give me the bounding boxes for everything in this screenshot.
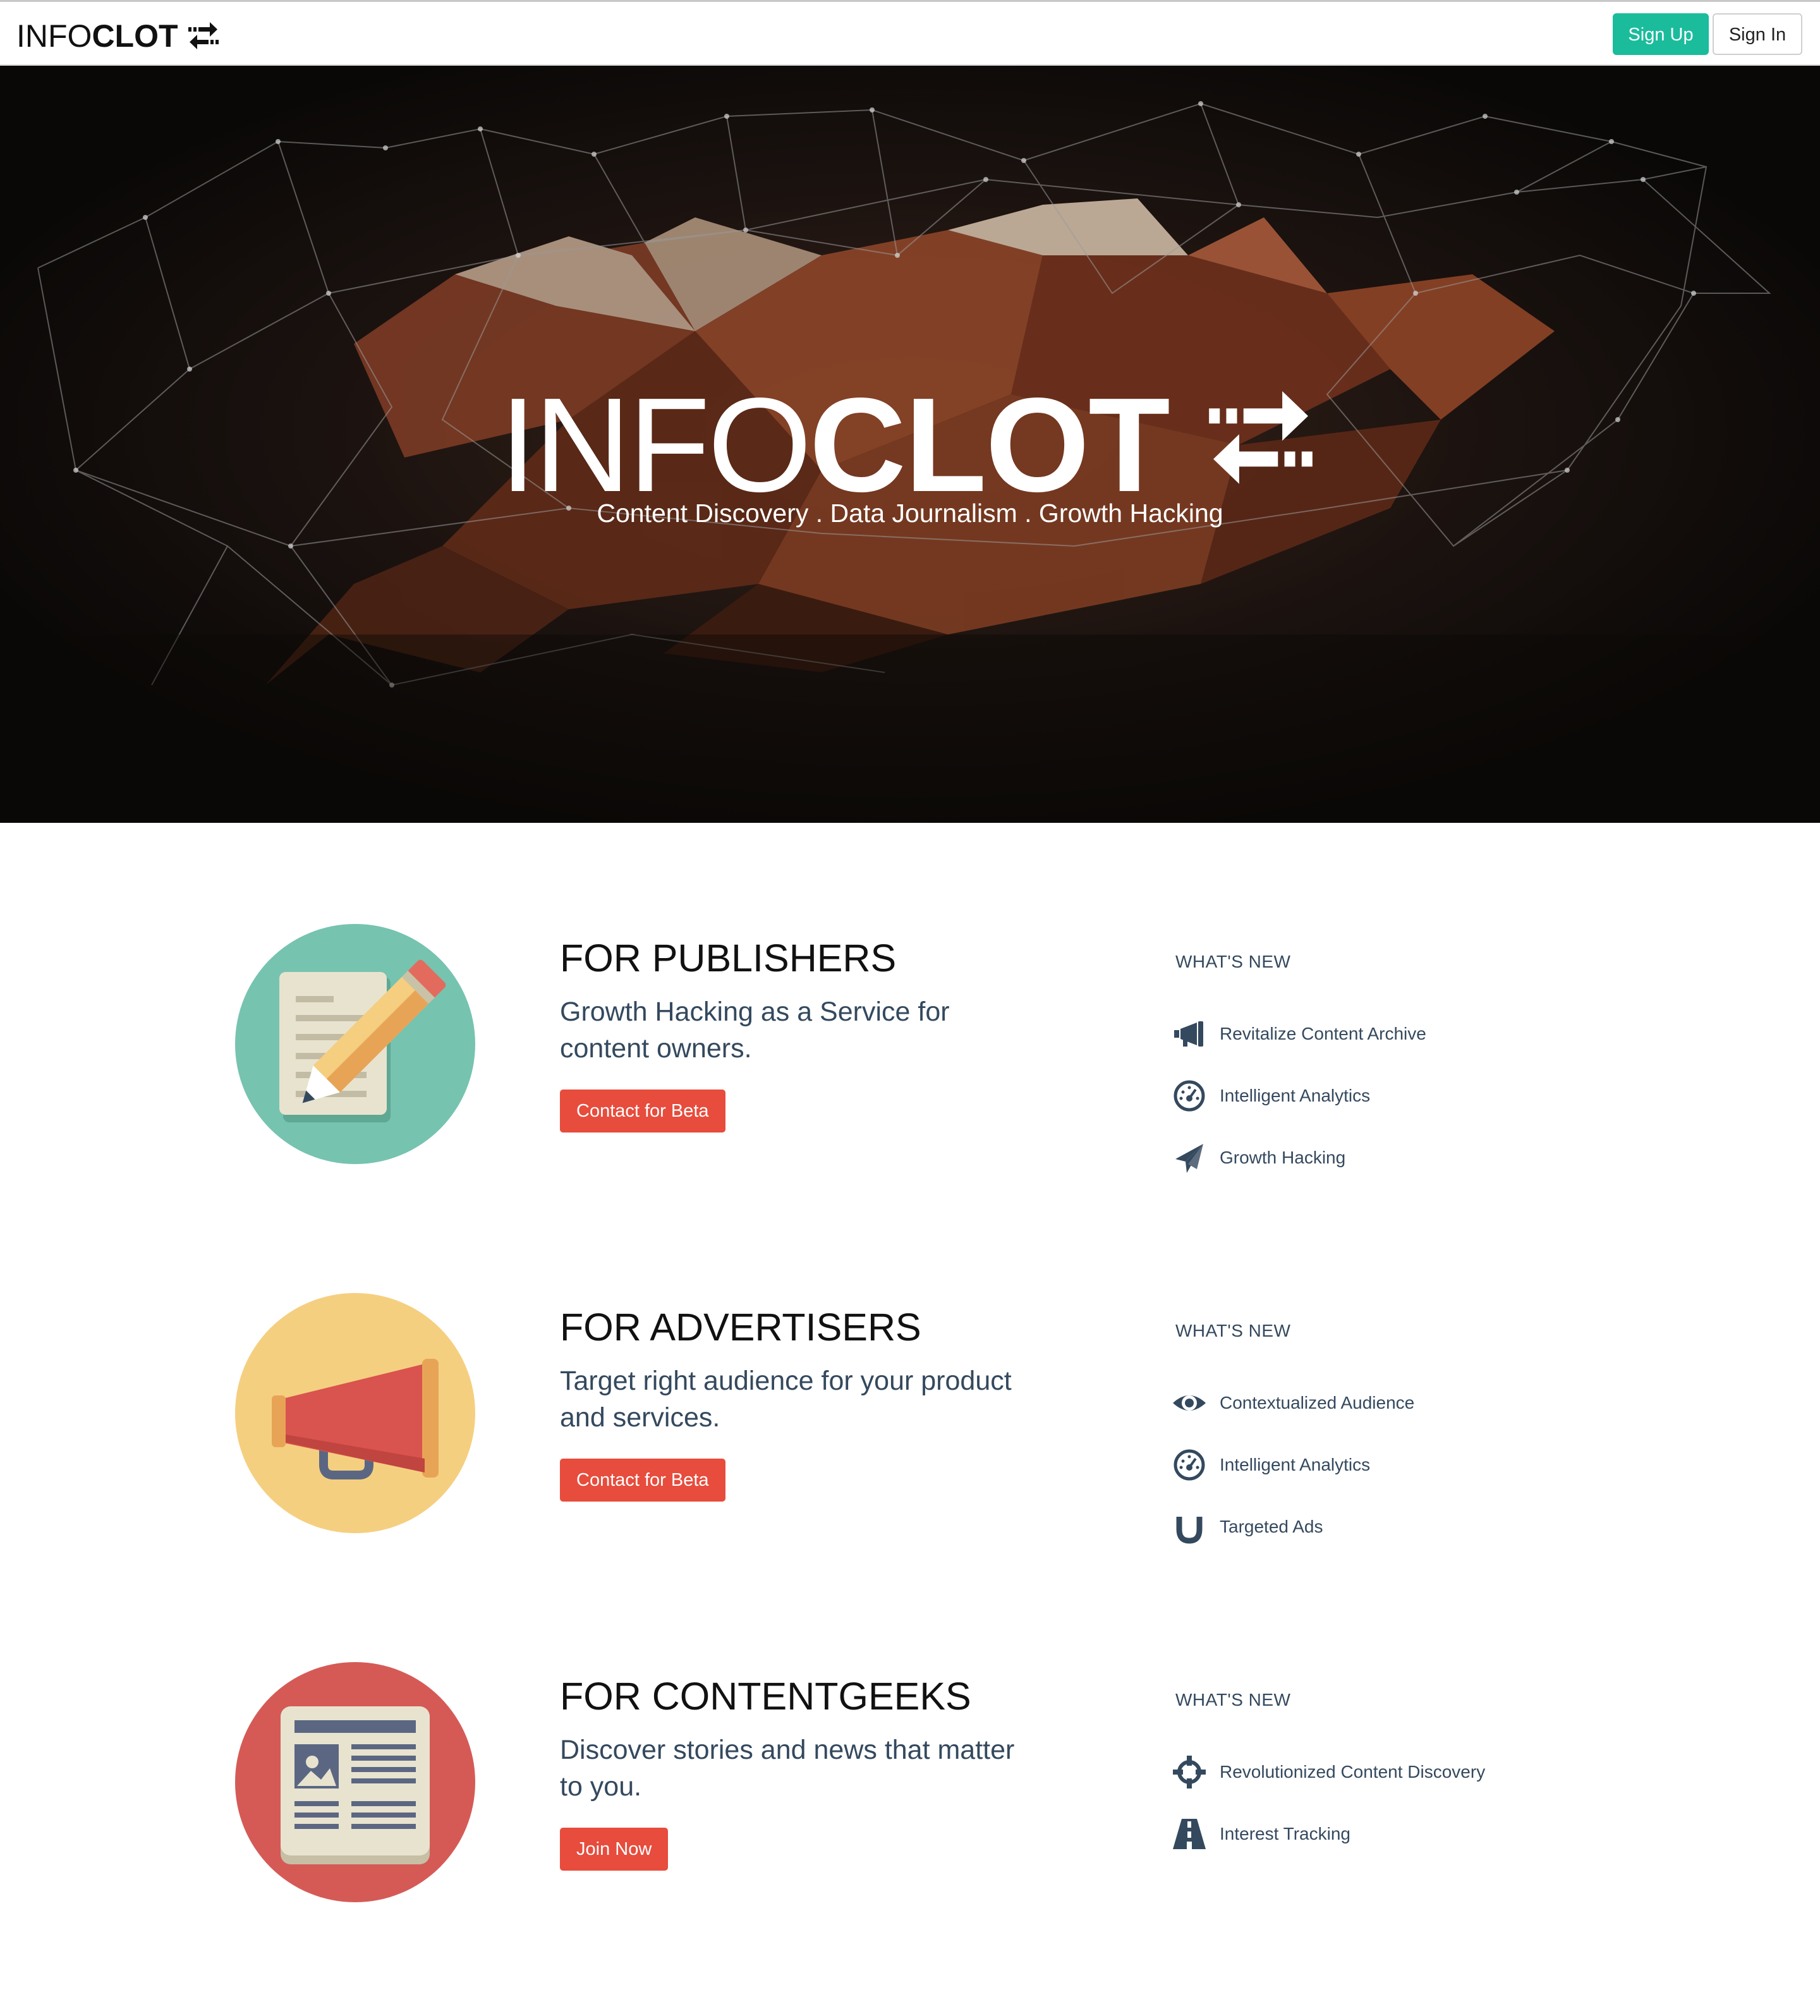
section-title: FOR ADVERTISERS	[560, 1306, 921, 1349]
hero-tagline: Content Discovery . Data Journalism . Gr…	[597, 499, 1223, 528]
whats-new-heading: WHAT'S NEW	[1175, 1690, 1291, 1709]
whats-new-item[interactable]: Intelligent Analytics	[1172, 1078, 1370, 1114]
magnet-icon	[1172, 1509, 1207, 1545]
whats-new-heading: WHAT'S NEW	[1175, 1321, 1291, 1340]
megaphone-illustration-icon	[272, 1359, 439, 1479]
newspaper-icon	[281, 1706, 430, 1864]
section-description: Growth Hacking as a Service for content …	[560, 997, 950, 1064]
join-now-button[interactable]: Join Now	[560, 1828, 669, 1871]
road-icon	[1172, 1816, 1207, 1852]
whats-new-item[interactable]: Intelligent Analytics	[1172, 1447, 1370, 1483]
whats-new-item[interactable]: Targeted Ads	[1172, 1509, 1323, 1545]
top-navbar: INFO CLOT Sign Up Sign In	[0, 0, 1820, 66]
brand-text-bold: CLOT	[92, 18, 178, 54]
swap-arrows-icon	[188, 22, 219, 49]
document-pencil-icon	[279, 959, 446, 1122]
paper-plane-icon	[1172, 1140, 1207, 1175]
whats-new-item[interactable]: Growth Hacking	[1172, 1140, 1345, 1175]
whats-new-item-label: Intelligent Analytics	[1220, 1086, 1371, 1105]
crosshair-icon	[1172, 1754, 1207, 1790]
contact-for-beta-button[interactable]: Contact for Beta	[560, 1459, 725, 1502]
whats-new-item-label: Contextualized Audience	[1220, 1393, 1415, 1412]
whats-new-item-label: Revitalize Content Archive	[1220, 1024, 1426, 1043]
hero-banner: INFO CLOT Content Discovery . Data Journa…	[0, 66, 1820, 823]
whats-new-item[interactable]: Interest Tracking	[1172, 1816, 1350, 1852]
contact-for-beta-button[interactable]: Contact for Beta	[560, 1090, 725, 1132]
whats-new-item-label: Intelligent Analytics	[1220, 1455, 1371, 1474]
dashboard-icon	[1172, 1447, 1207, 1483]
sign-up-button[interactable]: Sign Up	[1613, 13, 1709, 55]
dashboard-icon	[1172, 1078, 1207, 1114]
megaphone-icon	[1172, 1016, 1207, 1052]
whats-new-heading: WHAT'S NEW	[1175, 952, 1291, 971]
advertisers-section: FOR ADVERTISERS Target right audience fo…	[0, 1293, 1820, 1647]
section-description: Target right audience for your product a…	[560, 1366, 1012, 1433]
sign-in-button[interactable]: Sign In	[1713, 13, 1802, 55]
whats-new-item-label: Targeted Ads	[1220, 1517, 1323, 1536]
whats-new-item-label: Revolutionized Content Discovery	[1220, 1762, 1486, 1782]
section-title: FOR PUBLISHERS	[560, 937, 897, 980]
contentgeeks-section: FOR CONTENTGEEKS Discover stories and ne…	[0, 1662, 1820, 2016]
brand-logo[interactable]: INFO CLOT	[16, 18, 219, 54]
contentgeeks-illustration	[235, 1662, 475, 1902]
section-description: Discover stories and news that matter to…	[560, 1735, 1015, 1802]
publishers-illustration	[235, 924, 475, 1164]
eye-icon	[1172, 1385, 1207, 1421]
whats-new-item[interactable]: Revitalize Content Archive	[1172, 1016, 1426, 1052]
advertisers-illustration	[235, 1293, 475, 1533]
brand-text-light: INFO	[16, 18, 92, 54]
whats-new-item-label: Growth Hacking	[1220, 1148, 1346, 1167]
whats-new-item[interactable]: Revolutionized Content Discovery	[1172, 1754, 1485, 1790]
whats-new-item-label: Interest Tracking	[1220, 1824, 1350, 1843]
whats-new-item[interactable]: Contextualized Audience	[1172, 1385, 1414, 1421]
section-title: FOR CONTENTGEEKS	[560, 1675, 971, 1718]
swap-arrows-icon	[1208, 391, 1313, 484]
publishers-section: FOR PUBLISHERS Growth Hacking as a Servi…	[0, 924, 1820, 1278]
